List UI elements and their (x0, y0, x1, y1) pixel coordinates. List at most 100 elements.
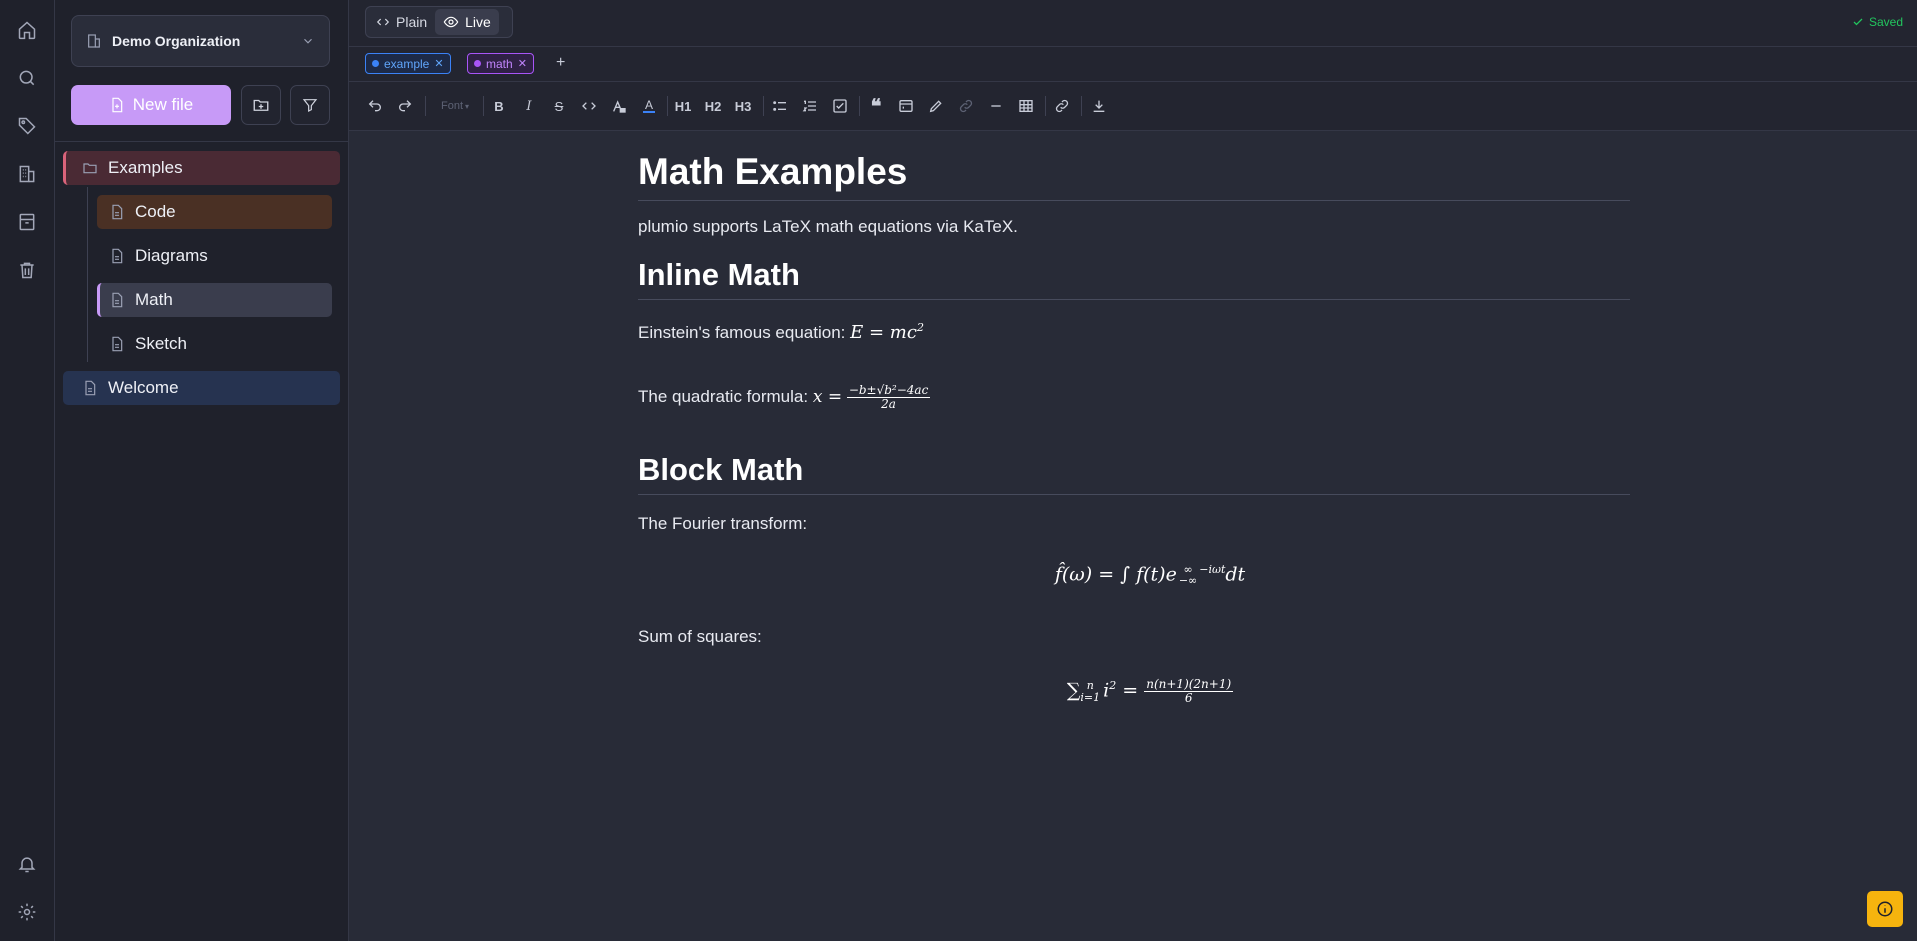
tree-file-sketch[interactable]: Sketch (97, 327, 332, 361)
sidebar-divider (55, 141, 348, 142)
toolbar-separator (1081, 96, 1082, 116)
einstein-equation-body: E = mc (850, 322, 917, 343)
plain-mode-button[interactable]: Plain (368, 9, 435, 35)
sidebar: Demo Organization New file Examples Code (55, 0, 349, 941)
trash-icon[interactable] (15, 258, 39, 282)
check-icon (1852, 16, 1864, 28)
quadratic-fraction: −b±√b²−4ac 2a (846, 384, 931, 411)
chevron-down-icon: ▾ (465, 101, 470, 111)
new-file-button[interactable]: New file (71, 85, 231, 125)
bell-icon[interactable] (15, 852, 39, 876)
tag-color-dot (372, 60, 379, 67)
tree-folder-examples[interactable]: Examples (63, 151, 340, 185)
search-icon[interactable] (15, 66, 39, 90)
ordered-list-icon[interactable] (800, 96, 820, 116)
file-icon (82, 380, 98, 396)
close-icon[interactable]: ✕ (518, 57, 527, 70)
attachment-icon[interactable] (1052, 96, 1072, 116)
sum-equation: ∑ n i=1 i2 = n(n+1)(2n+1) 6 (654, 678, 1646, 705)
archive-icon[interactable] (15, 210, 39, 234)
heading-1-label: H1 (674, 98, 692, 114)
tag-icon[interactable] (15, 114, 39, 138)
code-icon[interactable] (579, 96, 599, 116)
file-icon (109, 248, 125, 264)
highlight-icon[interactable] (609, 96, 629, 116)
fourier-equation: f̂(ω) = ∫ f(t)e ∞ −∞ −iωtdt (654, 563, 1646, 586)
left-rail (0, 0, 55, 941)
tree-file-diagrams[interactable]: Diagrams (97, 239, 332, 273)
block-math-heading: Block Math (638, 451, 1630, 495)
tag-example[interactable]: example ✕ (365, 53, 451, 74)
building-icon (86, 33, 102, 49)
text-color-icon[interactable]: A (639, 96, 659, 116)
quadratic-denominator: 2a (881, 397, 896, 411)
sum-text: Sum of squares: (638, 627, 762, 647)
tree-item-label: Welcome (108, 378, 179, 397)
tree-file-welcome[interactable]: Welcome (63, 371, 340, 405)
fourier-lower-limit: −∞ (1178, 574, 1198, 588)
editor-topbar: Plain Live Saved (349, 0, 1917, 47)
quote-icon[interactable]: ❝ (866, 94, 886, 118)
tree-item-label: Diagrams (135, 246, 208, 265)
download-icon[interactable] (1089, 96, 1109, 116)
heading-1-button[interactable]: H1 (673, 96, 693, 116)
quadratic-text: The quadratic formula: (638, 386, 809, 406)
bullet-list-icon[interactable] (770, 96, 790, 116)
gear-icon[interactable] (15, 900, 39, 924)
horizontal-rule-icon[interactable] (986, 96, 1006, 116)
save-status: Saved (1852, 15, 1903, 29)
sum-denominator: 6 (1184, 691, 1193, 706)
einstein-paragraph: Einstein's famous equation: E = mc2 (638, 317, 1630, 344)
new-folder-button[interactable] (241, 85, 281, 125)
code-block-icon[interactable] (896, 96, 916, 116)
organization-selector[interactable]: Demo Organization (71, 15, 330, 67)
sum-term-exponent: 2 (1109, 679, 1117, 693)
building-icon[interactable] (15, 162, 39, 186)
toolbar-separator (425, 96, 426, 116)
redo-icon[interactable] (395, 96, 415, 116)
font-select[interactable]: Font ▾ (433, 96, 477, 116)
folder-plus-icon (252, 96, 270, 114)
add-tag-icon[interactable]: + (556, 54, 565, 72)
live-mode-button[interactable]: Live (435, 9, 499, 35)
toolbar-separator (859, 96, 860, 116)
close-icon[interactable]: ✕ (434, 57, 443, 70)
tree-file-math[interactable]: Math (97, 283, 332, 317)
file-icon (109, 336, 125, 352)
einstein-text: Einstein's famous equation: (638, 323, 846, 342)
fourier-tail: dt (1225, 563, 1246, 586)
code-icon (376, 15, 390, 29)
heading-3-button[interactable]: H3 (733, 96, 753, 116)
tree-file-code[interactable]: Code (97, 195, 332, 229)
tree-item-label: Code (135, 202, 176, 221)
tree-item-label: Math (135, 290, 173, 309)
bold-icon[interactable]: B (489, 96, 509, 116)
tag-bar: example ✕ math ✕ + (349, 47, 1917, 82)
eye-icon (443, 14, 459, 30)
filter-button[interactable] (290, 85, 330, 125)
view-mode-toggle: Plain Live (365, 6, 513, 38)
strikethrough-icon[interactable]: S (549, 96, 569, 116)
folder-icon (82, 160, 98, 176)
sum-symbol: ∑ (1066, 679, 1081, 702)
filter-icon (302, 97, 318, 113)
table-icon[interactable] (1016, 96, 1036, 116)
fourier-body: f̂(ω) = ∫ f(t)e (1054, 563, 1177, 586)
tag-color-dot (474, 60, 481, 67)
help-button[interactable] (1867, 891, 1903, 927)
font-select-label: Font (440, 100, 463, 112)
quadratic-paragraph: The quadratic formula: x = −b±√b²−4ac 2a (638, 384, 1630, 411)
document-content[interactable]: Math Examples plumio supports LaTeX math… (638, 150, 1630, 705)
undo-icon[interactable] (365, 96, 385, 116)
checklist-icon[interactable] (830, 96, 850, 116)
intro-paragraph: plumio supports LaTeX math equations via… (638, 217, 1018, 236)
tree-item-label: Examples (108, 158, 183, 177)
link-icon[interactable] (956, 96, 976, 116)
pen-icon[interactable] (926, 96, 946, 116)
tag-math[interactable]: math ✕ (467, 53, 534, 74)
tree-guide-line (87, 187, 88, 362)
document-title: Math Examples (638, 150, 1630, 201)
italic-icon[interactable]: I (519, 96, 539, 116)
heading-2-button[interactable]: H2 (703, 96, 723, 116)
home-icon[interactable] (15, 18, 39, 42)
